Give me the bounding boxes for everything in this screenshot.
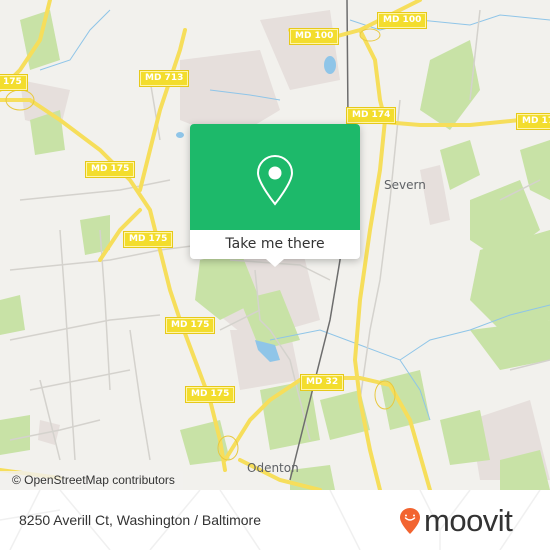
- route-shield-md100: MD 100: [288, 28, 340, 45]
- route-shield-md713: MD 713: [138, 70, 190, 87]
- route-shield-md174: MD 174: [515, 113, 550, 130]
- map-attribution[interactable]: © OpenStreetMap contributors: [0, 471, 183, 490]
- moovit-logo-text: moovit: [424, 503, 513, 538]
- popup-header[interactable]: [190, 124, 360, 230]
- place-label-odenton: Odenton: [247, 461, 299, 475]
- route-shield-md175: MD 175: [184, 386, 236, 403]
- route-shield-md175: MD 175: [164, 317, 216, 334]
- moovit-logo[interactable]: moovit: [399, 503, 513, 538]
- route-shield-md32: MD 32: [299, 374, 345, 391]
- location-pin-icon: [256, 154, 294, 206]
- route-shield-md100: MD 100: [376, 12, 428, 29]
- moovit-smiley-pin-icon: [400, 508, 420, 534]
- route-shield-md175: 175: [0, 74, 28, 91]
- address-text: 8250 Averill Ct, Washington / Baltimore: [19, 512, 262, 528]
- location-popup[interactable]: Take me there: [190, 124, 360, 267]
- popup-pointer: [266, 259, 284, 267]
- map[interactable]: MD 100 MD 100 MD 713 MD 174 MD 174 175 M…: [0, 0, 550, 490]
- footer-bar: 8250 Averill Ct, Washington / Baltimore …: [0, 490, 550, 550]
- route-shield-md174: MD 174: [345, 107, 397, 124]
- route-shield-md175: MD 175: [84, 161, 136, 178]
- take-me-there-button[interactable]: Take me there: [190, 230, 360, 259]
- place-label-severn: Severn: [384, 178, 426, 192]
- route-shield-md175: MD 175: [122, 231, 174, 248]
